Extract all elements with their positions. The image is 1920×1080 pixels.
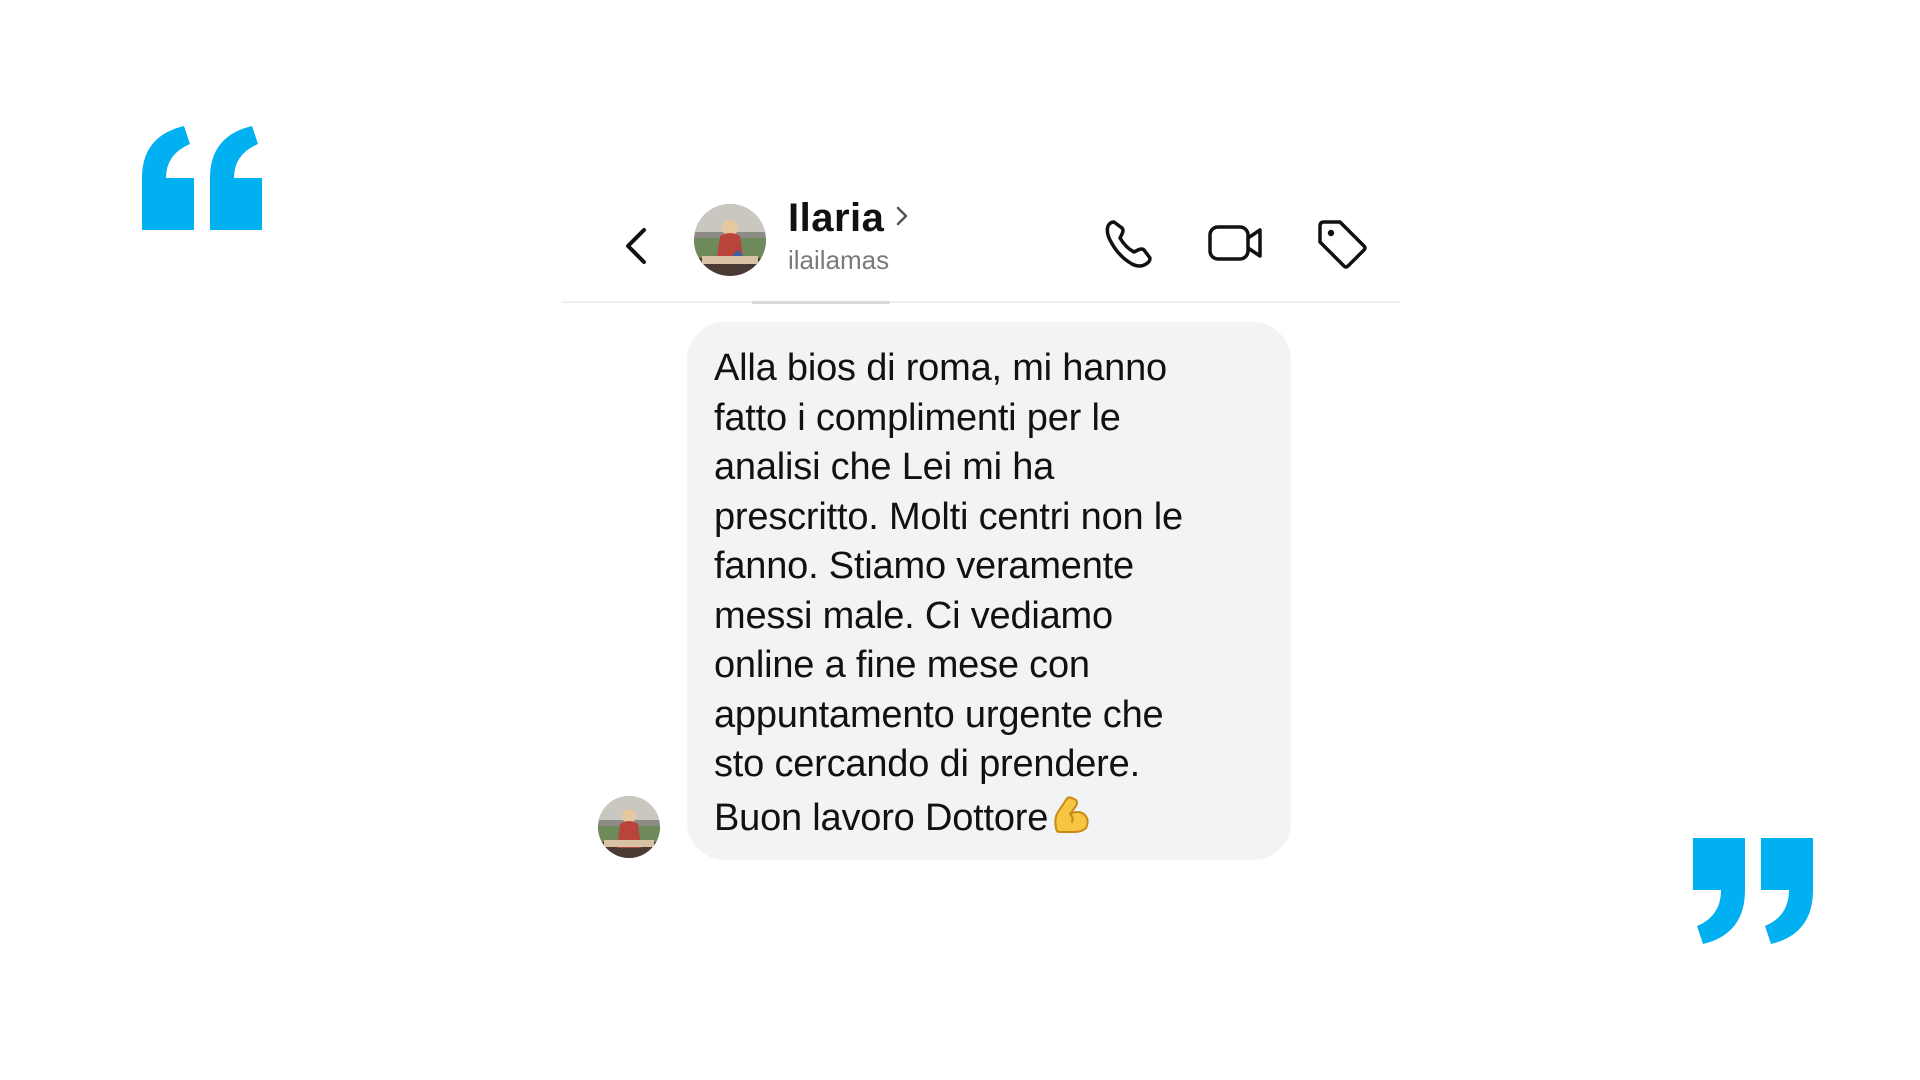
header-divider (562, 301, 1400, 303)
chat-header: Ilaria ilailamas (562, 190, 1400, 302)
tag-button[interactable] (1312, 214, 1370, 272)
back-button[interactable] (612, 216, 662, 276)
message-text: Alla bios di roma, mi hanno fatto i comp… (714, 344, 1265, 843)
open-quote-icon (142, 126, 262, 230)
contact-info[interactable]: Ilaria ilailamas (788, 196, 910, 276)
call-button[interactable] (1100, 214, 1158, 272)
message-body: Alla bios di roma, mi hanno fatto i comp… (714, 347, 1183, 839)
contact-name: Ilaria (788, 196, 885, 240)
contact-avatar[interactable] (694, 204, 766, 276)
contact-name-row: Ilaria (788, 196, 910, 241)
close-quote-icon (1693, 838, 1813, 944)
contact-username: ilailamas (788, 245, 890, 275)
message-avatar[interactable] (598, 796, 660, 858)
video-call-button[interactable] (1206, 214, 1264, 272)
flexed-biceps-emoji (1054, 795, 1089, 833)
testimonial-card: Ilaria ilailamas Alla bios di roma, mi h… (0, 0, 1920, 1080)
header-underline (752, 301, 890, 304)
chevron-right-icon (897, 206, 908, 225)
message-bubble: Alla bios di roma, mi hanno fatto i comp… (687, 322, 1291, 860)
